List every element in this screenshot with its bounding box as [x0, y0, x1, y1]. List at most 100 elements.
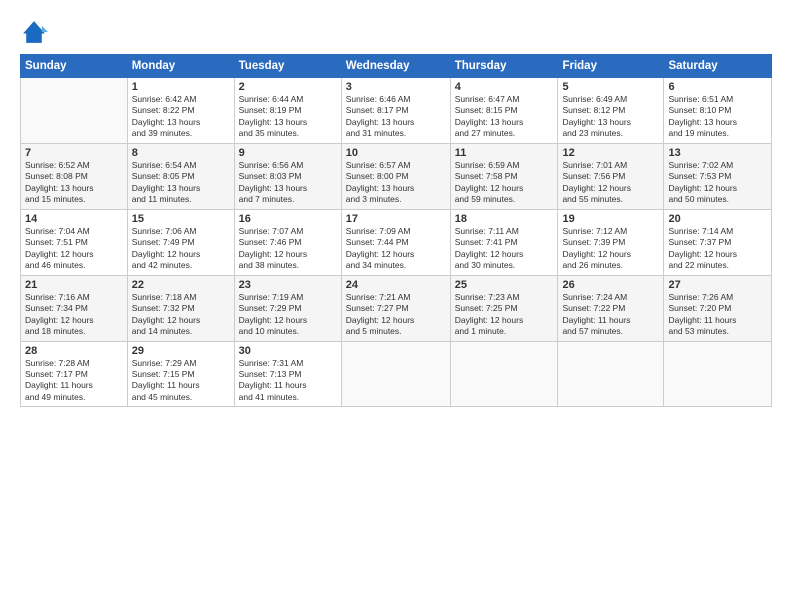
day-info: Sunrise: 7:07 AM Sunset: 7:46 PM Dayligh… — [239, 226, 337, 272]
day-info: Sunrise: 7:21 AM Sunset: 7:27 PM Dayligh… — [346, 292, 446, 338]
day-number: 8 — [132, 147, 230, 159]
day-info: Sunrise: 7:24 AM Sunset: 7:22 PM Dayligh… — [562, 292, 659, 338]
day-info: Sunrise: 7:29 AM Sunset: 7:15 PM Dayligh… — [132, 358, 230, 404]
day-cell: 25Sunrise: 7:23 AM Sunset: 7:25 PM Dayli… — [450, 275, 558, 341]
day-info: Sunrise: 7:19 AM Sunset: 7:29 PM Dayligh… — [239, 292, 337, 338]
day-info: Sunrise: 7:18 AM Sunset: 7:32 PM Dayligh… — [132, 292, 230, 338]
week-row-5: 28Sunrise: 7:28 AM Sunset: 7:17 PM Dayli… — [21, 341, 772, 407]
logo — [20, 18, 52, 46]
day-cell — [450, 341, 558, 407]
day-cell: 5Sunrise: 6:49 AM Sunset: 8:12 PM Daylig… — [558, 78, 664, 144]
day-cell: 8Sunrise: 6:54 AM Sunset: 8:05 PM Daylig… — [127, 143, 234, 209]
day-number: 6 — [668, 81, 767, 93]
day-info: Sunrise: 7:09 AM Sunset: 7:44 PM Dayligh… — [346, 226, 446, 272]
day-cell: 11Sunrise: 6:59 AM Sunset: 7:58 PM Dayli… — [450, 143, 558, 209]
day-number: 16 — [239, 213, 337, 225]
day-number: 12 — [562, 147, 659, 159]
header-day-thursday: Thursday — [450, 55, 558, 78]
day-cell — [341, 341, 450, 407]
header-day-monday: Monday — [127, 55, 234, 78]
day-cell: 14Sunrise: 7:04 AM Sunset: 7:51 PM Dayli… — [21, 209, 128, 275]
day-number: 17 — [346, 213, 446, 225]
header-row: SundayMondayTuesdayWednesdayThursdayFrid… — [21, 55, 772, 78]
day-cell: 9Sunrise: 6:56 AM Sunset: 8:03 PM Daylig… — [234, 143, 341, 209]
day-cell: 27Sunrise: 7:26 AM Sunset: 7:20 PM Dayli… — [664, 275, 772, 341]
day-info: Sunrise: 6:47 AM Sunset: 8:15 PM Dayligh… — [455, 94, 554, 140]
day-cell: 26Sunrise: 7:24 AM Sunset: 7:22 PM Dayli… — [558, 275, 664, 341]
day-cell: 1Sunrise: 6:42 AM Sunset: 8:22 PM Daylig… — [127, 78, 234, 144]
header-day-friday: Friday — [558, 55, 664, 78]
day-number: 5 — [562, 81, 659, 93]
day-info: Sunrise: 7:02 AM Sunset: 7:53 PM Dayligh… — [668, 160, 767, 206]
week-row-4: 21Sunrise: 7:16 AM Sunset: 7:34 PM Dayli… — [21, 275, 772, 341]
day-info: Sunrise: 6:42 AM Sunset: 8:22 PM Dayligh… — [132, 94, 230, 140]
day-info: Sunrise: 6:59 AM Sunset: 7:58 PM Dayligh… — [455, 160, 554, 206]
day-cell: 24Sunrise: 7:21 AM Sunset: 7:27 PM Dayli… — [341, 275, 450, 341]
day-info: Sunrise: 7:16 AM Sunset: 7:34 PM Dayligh… — [25, 292, 123, 338]
header-day-tuesday: Tuesday — [234, 55, 341, 78]
day-cell: 17Sunrise: 7:09 AM Sunset: 7:44 PM Dayli… — [341, 209, 450, 275]
day-number: 26 — [562, 279, 659, 291]
day-number: 30 — [239, 345, 337, 357]
day-number: 29 — [132, 345, 230, 357]
day-cell — [21, 78, 128, 144]
day-cell: 18Sunrise: 7:11 AM Sunset: 7:41 PM Dayli… — [450, 209, 558, 275]
day-number: 28 — [25, 345, 123, 357]
week-row-2: 7Sunrise: 6:52 AM Sunset: 8:08 PM Daylig… — [21, 143, 772, 209]
day-cell: 16Sunrise: 7:07 AM Sunset: 7:46 PM Dayli… — [234, 209, 341, 275]
day-number: 1 — [132, 81, 230, 93]
day-cell: 6Sunrise: 6:51 AM Sunset: 8:10 PM Daylig… — [664, 78, 772, 144]
day-cell: 10Sunrise: 6:57 AM Sunset: 8:00 PM Dayli… — [341, 143, 450, 209]
day-number: 4 — [455, 81, 554, 93]
day-cell: 13Sunrise: 7:02 AM Sunset: 7:53 PM Dayli… — [664, 143, 772, 209]
day-info: Sunrise: 7:31 AM Sunset: 7:13 PM Dayligh… — [239, 358, 337, 404]
header — [20, 18, 772, 46]
day-number: 27 — [668, 279, 767, 291]
day-cell: 22Sunrise: 7:18 AM Sunset: 7:32 PM Dayli… — [127, 275, 234, 341]
day-cell: 23Sunrise: 7:19 AM Sunset: 7:29 PM Dayli… — [234, 275, 341, 341]
day-info: Sunrise: 7:26 AM Sunset: 7:20 PM Dayligh… — [668, 292, 767, 338]
logo-icon — [20, 18, 48, 46]
day-info: Sunrise: 7:23 AM Sunset: 7:25 PM Dayligh… — [455, 292, 554, 338]
day-number: 20 — [668, 213, 767, 225]
day-number: 22 — [132, 279, 230, 291]
day-cell — [558, 341, 664, 407]
day-number: 11 — [455, 147, 554, 159]
day-number: 14 — [25, 213, 123, 225]
day-info: Sunrise: 6:52 AM Sunset: 8:08 PM Dayligh… — [25, 160, 123, 206]
day-info: Sunrise: 7:04 AM Sunset: 7:51 PM Dayligh… — [25, 226, 123, 272]
day-cell: 2Sunrise: 6:44 AM Sunset: 8:19 PM Daylig… — [234, 78, 341, 144]
day-number: 24 — [346, 279, 446, 291]
day-number: 9 — [239, 147, 337, 159]
day-number: 18 — [455, 213, 554, 225]
day-info: Sunrise: 7:01 AM Sunset: 7:56 PM Dayligh… — [562, 160, 659, 206]
day-info: Sunrise: 6:49 AM Sunset: 8:12 PM Dayligh… — [562, 94, 659, 140]
day-number: 10 — [346, 147, 446, 159]
day-info: Sunrise: 6:51 AM Sunset: 8:10 PM Dayligh… — [668, 94, 767, 140]
day-number: 3 — [346, 81, 446, 93]
day-cell: 3Sunrise: 6:46 AM Sunset: 8:17 PM Daylig… — [341, 78, 450, 144]
day-cell: 19Sunrise: 7:12 AM Sunset: 7:39 PM Dayli… — [558, 209, 664, 275]
day-number: 19 — [562, 213, 659, 225]
week-row-3: 14Sunrise: 7:04 AM Sunset: 7:51 PM Dayli… — [21, 209, 772, 275]
day-info: Sunrise: 6:54 AM Sunset: 8:05 PM Dayligh… — [132, 160, 230, 206]
day-info: Sunrise: 7:11 AM Sunset: 7:41 PM Dayligh… — [455, 226, 554, 272]
day-cell: 29Sunrise: 7:29 AM Sunset: 7:15 PM Dayli… — [127, 341, 234, 407]
page: SundayMondayTuesdayWednesdayThursdayFrid… — [0, 0, 792, 612]
header-day-sunday: Sunday — [21, 55, 128, 78]
header-day-wednesday: Wednesday — [341, 55, 450, 78]
header-day-saturday: Saturday — [664, 55, 772, 78]
day-info: Sunrise: 6:57 AM Sunset: 8:00 PM Dayligh… — [346, 160, 446, 206]
day-number: 7 — [25, 147, 123, 159]
day-cell — [664, 341, 772, 407]
day-info: Sunrise: 6:46 AM Sunset: 8:17 PM Dayligh… — [346, 94, 446, 140]
day-cell: 21Sunrise: 7:16 AM Sunset: 7:34 PM Dayli… — [21, 275, 128, 341]
day-cell: 20Sunrise: 7:14 AM Sunset: 7:37 PM Dayli… — [664, 209, 772, 275]
day-cell: 30Sunrise: 7:31 AM Sunset: 7:13 PM Dayli… — [234, 341, 341, 407]
day-info: Sunrise: 7:12 AM Sunset: 7:39 PM Dayligh… — [562, 226, 659, 272]
day-cell: 4Sunrise: 6:47 AM Sunset: 8:15 PM Daylig… — [450, 78, 558, 144]
day-number: 21 — [25, 279, 123, 291]
day-info: Sunrise: 6:44 AM Sunset: 8:19 PM Dayligh… — [239, 94, 337, 140]
calendar-table: SundayMondayTuesdayWednesdayThursdayFrid… — [20, 54, 772, 407]
day-number: 25 — [455, 279, 554, 291]
